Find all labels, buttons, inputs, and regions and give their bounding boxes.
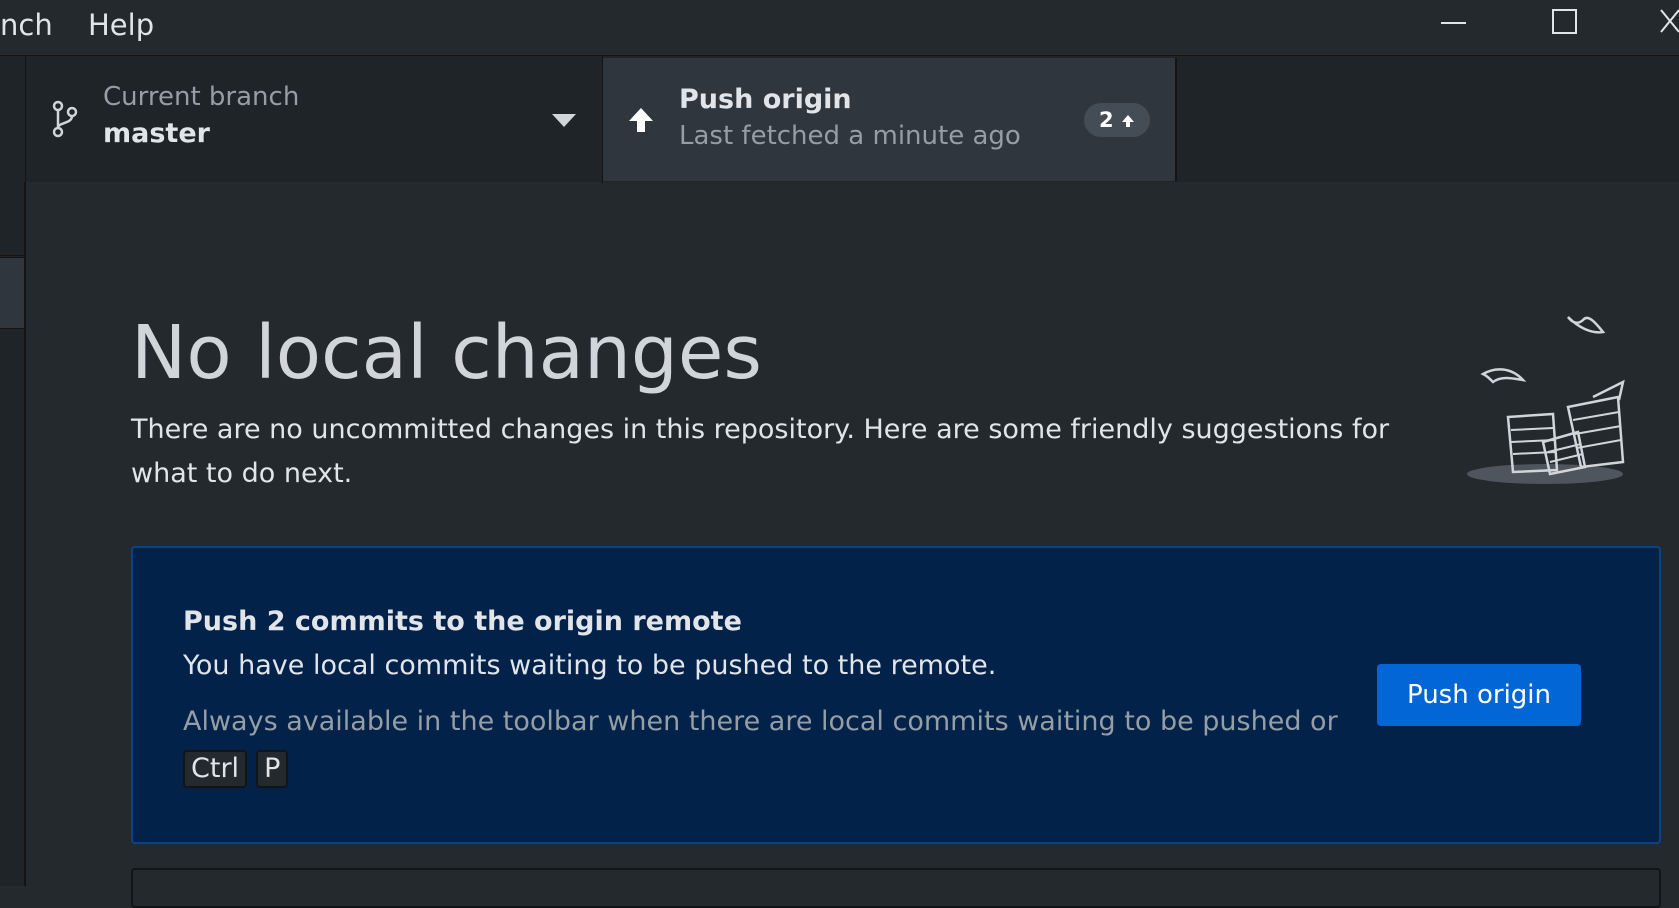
repository-selector[interactable] <box>0 56 26 183</box>
branch-icon <box>52 100 78 138</box>
maximize-button[interactable] <box>1525 0 1605 55</box>
minimize-button[interactable] <box>1413 0 1493 55</box>
kbd-ctrl: Ctrl <box>183 750 248 788</box>
title-bar: nch Help <box>0 0 1679 55</box>
next-suggestion-card <box>131 868 1661 908</box>
shortcut-keys: Ctrl P <box>183 750 292 788</box>
current-branch-value: master <box>103 118 210 149</box>
menu-help[interactable]: Help <box>88 8 154 42</box>
sidebar-divider <box>0 255 24 256</box>
push-origin-toolbar-button[interactable]: Push origin Last fetched a minute ago 2 <box>603 58 1177 181</box>
main-content: No local changes There are no uncommitte… <box>28 182 1679 908</box>
close-button[interactable] <box>1639 0 1679 55</box>
current-branch-label: Current branch <box>103 82 300 112</box>
ahead-count: 2 <box>1099 108 1114 132</box>
push-suggestion-card: Push 2 commits to the origin remote You … <box>131 546 1661 844</box>
push-origin-title: Push origin <box>679 84 852 115</box>
ahead-count-badge: 2 <box>1084 103 1150 137</box>
current-branch-button[interactable]: Current branch master <box>26 56 603 183</box>
page-title: No local changes <box>131 310 762 396</box>
push-card-title: Push 2 commits to the origin remote <box>183 606 742 637</box>
caret-down-icon <box>552 114 576 127</box>
last-fetched-label: Last fetched a minute ago <box>679 121 1021 151</box>
minimize-icon <box>1441 22 1466 24</box>
badge-arrow-up-icon <box>1121 115 1134 127</box>
close-icon <box>1660 9 1679 33</box>
sidebar <box>0 182 26 886</box>
sidebar-tab-changes[interactable] <box>0 257 24 329</box>
kbd-p: P <box>256 750 289 788</box>
page-description: There are no uncommitted changes in this… <box>131 414 1390 489</box>
menu-branch[interactable]: nch <box>0 8 53 42</box>
push-card-body: You have local commits waiting to be pus… <box>183 650 997 681</box>
push-origin-button[interactable]: Push origin <box>1377 664 1581 726</box>
push-card-hint: Always available in the toolbar when the… <box>183 706 1338 737</box>
papers-illustration-icon <box>1467 316 1625 484</box>
arrow-up-icon <box>629 108 653 132</box>
toolbar: Current branch master Push origin Last f… <box>0 55 1679 183</box>
maximize-icon <box>1552 9 1577 34</box>
